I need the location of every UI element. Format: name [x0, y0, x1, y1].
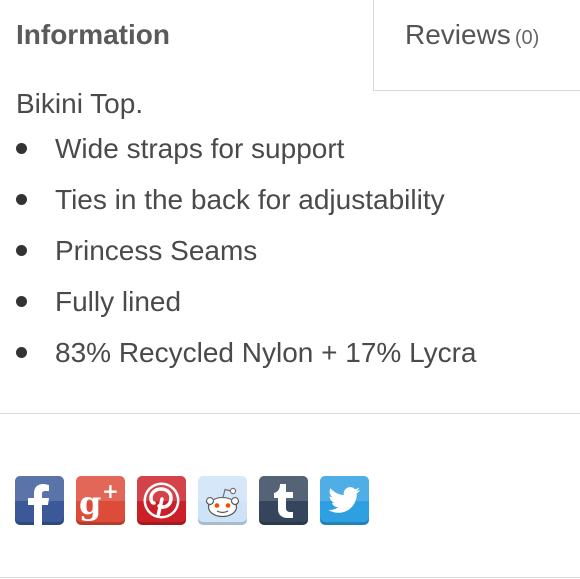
feature-item: Ties in the back for adjustability [16, 180, 566, 231]
section-divider [0, 413, 580, 414]
feature-item: Wide straps for support [16, 129, 566, 180]
description-intro: Bikini Top. [16, 88, 144, 119]
reddit-icon [205, 487, 240, 518]
facebook-share-button[interactable] [15, 476, 64, 525]
google-plus-share-button[interactable]: g + [76, 476, 125, 525]
svg-text:+: + [102, 479, 119, 503]
google-plus-icon: g + [79, 479, 119, 522]
pinterest-icon [143, 482, 180, 519]
bullet-icon [16, 194, 27, 205]
bottom-divider [0, 577, 580, 578]
tab-information-label: Information [16, 19, 170, 50]
tab-information[interactable]: Information [0, 0, 373, 70]
tumblr-share-button[interactable] [259, 476, 308, 525]
product-description: Bikini Top. Wide straps for support Ties… [16, 84, 566, 384]
reddit-share-button[interactable] [198, 476, 247, 525]
bullet-icon [16, 143, 27, 154]
share-buttons: g + [15, 476, 369, 525]
feature-text: Princess Seams [55, 235, 258, 266]
feature-text: Fully lined [55, 286, 182, 317]
feature-text: Ties in the back for adjustability [55, 184, 445, 215]
twitter-share-button[interactable] [320, 476, 369, 525]
feature-list: Wide straps for support Ties in the back… [16, 129, 566, 384]
tab-reviews-label: Reviews [405, 19, 511, 50]
pinterest-share-button[interactable] [137, 476, 186, 525]
product-tabs: Information Reviews (0) [0, 0, 580, 91]
facebook-icon [28, 484, 49, 525]
reviews-count: (0) [514, 27, 540, 49]
twitter-icon [328, 487, 360, 513]
tab-reviews[interactable]: Reviews (0) [373, 0, 580, 91]
svg-text:g: g [79, 484, 101, 522]
feature-item: Fully lined [16, 282, 566, 333]
feature-text: 83% Recycled Nylon + 17% Lycra [55, 337, 477, 368]
tumblr-icon [274, 484, 293, 518]
feature-item: 83% Recycled Nylon + 17% Lycra [16, 333, 566, 384]
bullet-icon [16, 347, 27, 358]
feature-text: Wide straps for support [55, 133, 345, 164]
feature-item: Princess Seams [16, 231, 566, 282]
bullet-icon [16, 296, 27, 307]
bullet-icon [16, 245, 27, 256]
